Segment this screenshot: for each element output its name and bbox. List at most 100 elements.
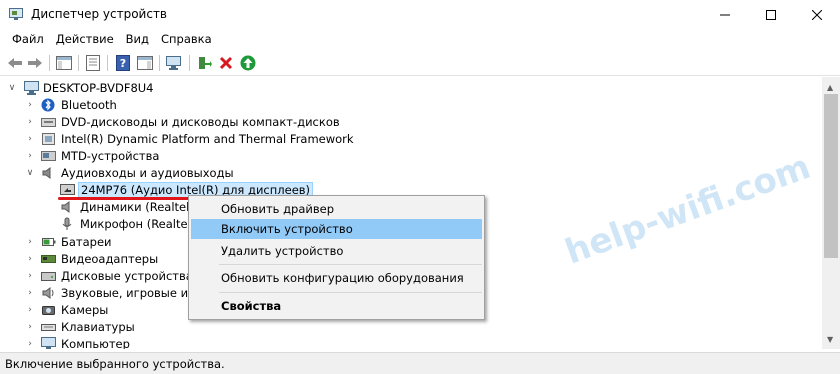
device-manager-icon — [9, 8, 23, 21]
close-button[interactable] — [794, 0, 840, 30]
scrollbar-thumb[interactable] — [824, 94, 838, 258]
expand-arrow-icon[interactable]: › — [25, 117, 35, 127]
tree-item-label: Клавиатуры — [61, 320, 135, 334]
minimize-button[interactable] — [702, 0, 748, 30]
tree-item[interactable]: › Компьютер — [0, 336, 822, 349]
tree-item-label: Компьютер — [61, 337, 130, 349]
tree-item[interactable]: › Bluetooth — [0, 97, 822, 114]
expand-arrow-icon[interactable]: › — [25, 134, 35, 144]
scroll-down-icon[interactable]: ▼ — [827, 335, 833, 344]
title-bar: Диспетчер устройств — [0, 0, 840, 30]
tree-item[interactable]: › Intel(R) Dynamic Platform and Thermal … — [0, 131, 822, 148]
camera-icon — [41, 303, 56, 317]
annotation-underline — [58, 197, 196, 200]
context-item-label: Удалить устройство — [221, 244, 344, 258]
tree-item-label: Аудиовходы и аудиовыходы — [61, 166, 234, 180]
tree-item-label: Батареи — [61, 235, 112, 249]
tree-item[interactable]: › MTD-устройства — [0, 148, 822, 165]
thermal-framework-icon — [41, 132, 56, 146]
context-update-driver[interactable]: Обновить драйвер — [191, 199, 482, 219]
expand-arrow-icon[interactable]: › — [25, 339, 35, 349]
expand-arrow-icon[interactable]: › — [25, 288, 35, 298]
properties-button[interactable] — [83, 53, 103, 73]
computer-icon — [24, 81, 39, 95]
tree-item[interactable]: › DVD-дисководы и дисководы компакт-диск… — [0, 114, 822, 131]
forward-icon — [28, 58, 42, 68]
menu-view[interactable]: Вид — [120, 30, 155, 50]
keyboard-icon — [41, 320, 56, 334]
maximize-icon — [766, 10, 776, 20]
context-enable-device[interactable]: Включить устройство — [191, 219, 482, 239]
video-adapter-icon — [41, 252, 56, 266]
toolbar-separator — [78, 55, 79, 71]
tree-item-label: Камеры — [61, 303, 109, 317]
update-driver-icon — [199, 57, 212, 69]
tree-item-label: Дисковые устройства — [61, 269, 193, 283]
toolbar-separator — [107, 55, 108, 71]
speaker-icon — [60, 200, 75, 214]
expand-arrow-icon[interactable]: › — [25, 322, 35, 332]
toolbar-separator — [189, 55, 190, 71]
back-button[interactable] — [5, 53, 25, 73]
properties-icon — [86, 55, 100, 71]
audio-io-icon — [41, 166, 56, 180]
microphone-icon — [60, 217, 75, 231]
tree-item-label: Звуковые, игровые и ви — [61, 286, 207, 300]
tree-root[interactable]: ∨ DESKTOP-BVDF8U4 — [0, 80, 822, 97]
vertical-scrollbar[interactable]: ▲ ▼ — [822, 77, 840, 349]
toolbar: ? — [0, 50, 840, 76]
minimize-icon — [720, 14, 730, 16]
show-hide-tree-button[interactable] — [54, 53, 74, 73]
context-menu: Обновить драйвер Включить устройство Уда… — [188, 195, 485, 320]
scan-hardware-icon — [166, 56, 181, 70]
tree-root-label: DESKTOP-BVDF8U4 — [43, 81, 154, 95]
enable-device-button[interactable] — [238, 53, 258, 73]
help-button[interactable]: ? — [113, 53, 133, 73]
status-bar: Включение выбранного устройства. — [0, 352, 840, 374]
menu-file[interactable]: Файл — [6, 30, 50, 50]
action-pane-icon — [137, 56, 153, 70]
toolbar-separator — [159, 55, 160, 71]
tree-item-label: Видеоадаптеры — [61, 252, 159, 266]
tree-item-label: MTD-устройства — [61, 149, 160, 163]
action-pane-button[interactable] — [135, 53, 155, 73]
tree-item-label: DVD-дисководы и дисководы компакт-дисков — [61, 115, 340, 129]
back-icon — [8, 58, 22, 68]
tree-item[interactable]: › Клавиатуры — [0, 319, 822, 336]
tree-item[interactable]: ∨ Аудиовходы и аудиовыходы — [0, 165, 822, 182]
tree-item-label: Intel(R) Dynamic Platform and Thermal Fr… — [61, 132, 354, 146]
tree-item-label: Динамики (Realtek H — [80, 200, 206, 214]
context-properties[interactable]: Свойства — [191, 296, 482, 316]
window-title: Диспетчер устройств — [31, 7, 168, 21]
context-uninstall-device[interactable]: Удалить устройство — [191, 241, 482, 261]
collapse-arrow-icon[interactable]: ∨ — [25, 168, 35, 178]
context-separator — [219, 292, 482, 293]
context-item-label: Обновить конфигурацию оборудования — [221, 271, 464, 285]
computer-icon — [41, 337, 56, 349]
update-driver-button[interactable] — [194, 53, 214, 73]
menu-help[interactable]: Справка — [155, 30, 218, 50]
menu-action[interactable]: Действие — [50, 30, 120, 50]
expand-arrow-icon[interactable]: › — [25, 271, 35, 281]
collapse-arrow-icon[interactable]: ∨ — [7, 83, 17, 93]
display-audio-icon — [60, 183, 75, 197]
scan-hardware-button[interactable] — [164, 53, 184, 73]
context-separator — [219, 264, 482, 265]
uninstall-device-button[interactable] — [216, 53, 236, 73]
expand-arrow-icon[interactable]: › — [25, 100, 35, 110]
status-text: Включение выбранного устройства. — [5, 357, 225, 371]
menu-bar: Файл Действие Вид Справка — [0, 30, 840, 50]
expand-arrow-icon[interactable]: › — [25, 151, 35, 161]
scroll-up-icon[interactable]: ▲ — [827, 83, 833, 92]
expand-arrow-icon[interactable]: › — [25, 305, 35, 315]
dvd-drive-icon — [41, 115, 56, 129]
show-hide-tree-icon — [56, 56, 72, 70]
toolbar-separator — [49, 55, 50, 71]
forward-button[interactable] — [25, 53, 45, 73]
maximize-button[interactable] — [748, 0, 794, 30]
expand-arrow-icon[interactable]: › — [25, 254, 35, 264]
uninstall-icon — [219, 56, 233, 70]
tree-item-label: Bluetooth — [61, 98, 117, 112]
context-scan-hardware[interactable]: Обновить конфигурацию оборудования — [191, 268, 482, 288]
expand-arrow-icon[interactable]: › — [25, 237, 35, 247]
